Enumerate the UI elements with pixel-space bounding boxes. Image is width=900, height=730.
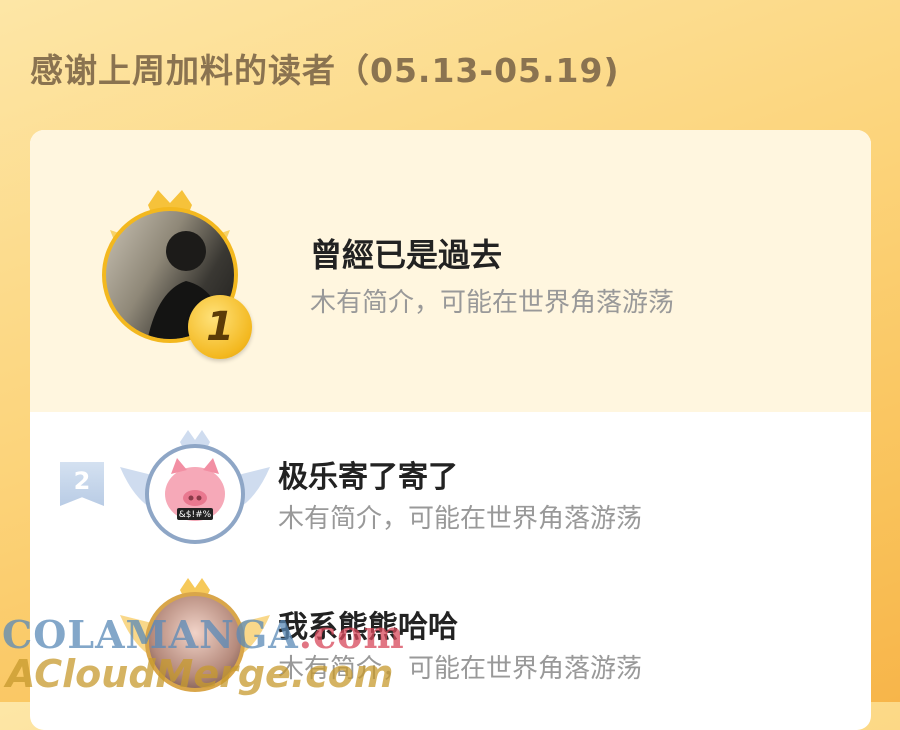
watermark-suffix: .com xyxy=(298,612,405,657)
avatar-frame-silver: &$!#% xyxy=(120,422,270,557)
avatar[interactable]: &$!#% xyxy=(145,444,245,544)
reader-name: 曾經已是過去 xyxy=(310,236,503,274)
pig-face-icon: &$!#% xyxy=(165,458,225,521)
rank-badge-gold: 1 xyxy=(188,295,252,359)
rank-flag-silver: 2 xyxy=(60,462,104,506)
reader-desc: 木有简介，可能在世界角落游荡 xyxy=(278,504,643,534)
avatar-caption: &$!#% xyxy=(179,510,212,520)
watermark-line1: COLAMANGA.com xyxy=(2,612,405,657)
page-title: 感谢上周加料的读者（05.13-05.19) xyxy=(30,51,620,90)
reader-desc: 木有简介，可能在世界角落游荡 xyxy=(310,288,675,318)
watermark-text: COLAMANGA xyxy=(2,612,299,657)
reader-row-1[interactable]: 1 曾經已是過去 木有简介，可能在世界角落游荡 xyxy=(30,130,871,412)
watermark-line2: ACloudMerge.com xyxy=(6,652,394,696)
reader-name: 极乐寄了寄了 xyxy=(278,460,458,495)
reader-row-2[interactable]: 2 &$!#% 极乐寄了寄了 木有简介，可能在世界角落游荡 xyxy=(30,412,871,562)
avatar-frame-gold: 1 xyxy=(70,175,270,365)
